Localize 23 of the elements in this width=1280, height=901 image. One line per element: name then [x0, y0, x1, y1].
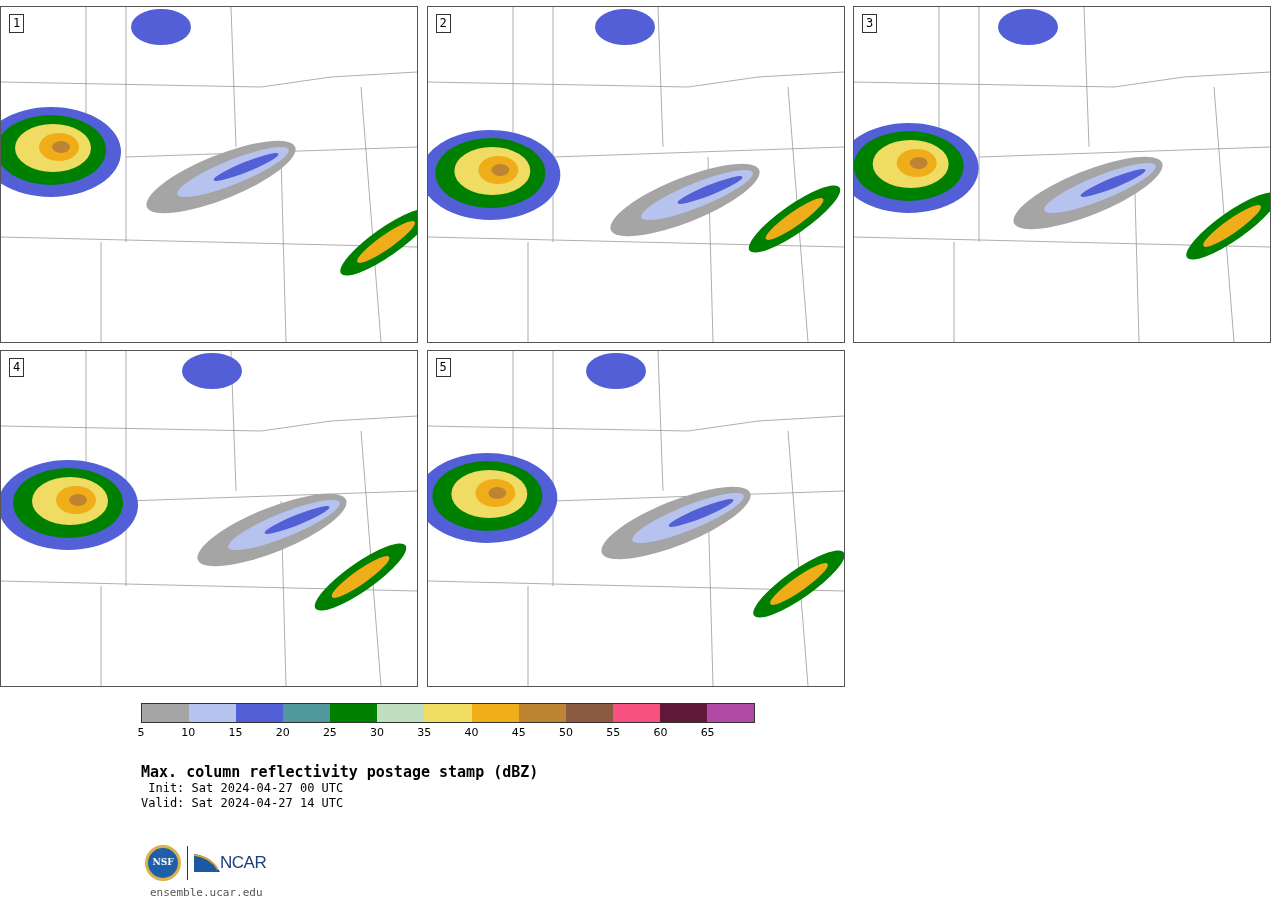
ncar-logo: NCAR	[194, 854, 267, 872]
colorbar-tick-label: 10	[181, 726, 196, 739]
colorbar-tick-label: 30	[370, 726, 385, 739]
colorbar-tick-label: 65	[700, 726, 715, 739]
website-url: ensemble.ucar.edu	[150, 885, 264, 901]
colorbar-tick-label: 15	[228, 726, 243, 739]
nsf-logo: NSF	[145, 845, 181, 881]
colorbar-tick-label: 55	[606, 726, 621, 739]
colorbar-tick-label: 25	[322, 726, 337, 739]
panel-number: 4	[9, 358, 25, 377]
colorbar-tick-label: 35	[417, 726, 432, 739]
colorbar-tick-label: 40	[464, 726, 479, 739]
colorbar-tick-label: 5	[137, 726, 145, 739]
colorbar-tick-label: 50	[558, 726, 573, 739]
valid-time: Valid: Sat 2024-04-27 14 UTC	[141, 796, 345, 811]
panel-number: 3	[862, 14, 878, 33]
figure-title: Max. column reflectivity postage stamp (dBZ)	[141, 763, 540, 781]
colorbar-tick-label: 45	[511, 726, 526, 739]
colorbar-tick-label: 60	[653, 726, 668, 739]
panel-number: 1	[9, 14, 25, 33]
ncar-swoosh-icon	[194, 854, 220, 872]
colorbar-tick-label: 20	[275, 726, 290, 739]
init-time: Init: Sat 2024-04-27 00 UTC	[147, 781, 345, 796]
